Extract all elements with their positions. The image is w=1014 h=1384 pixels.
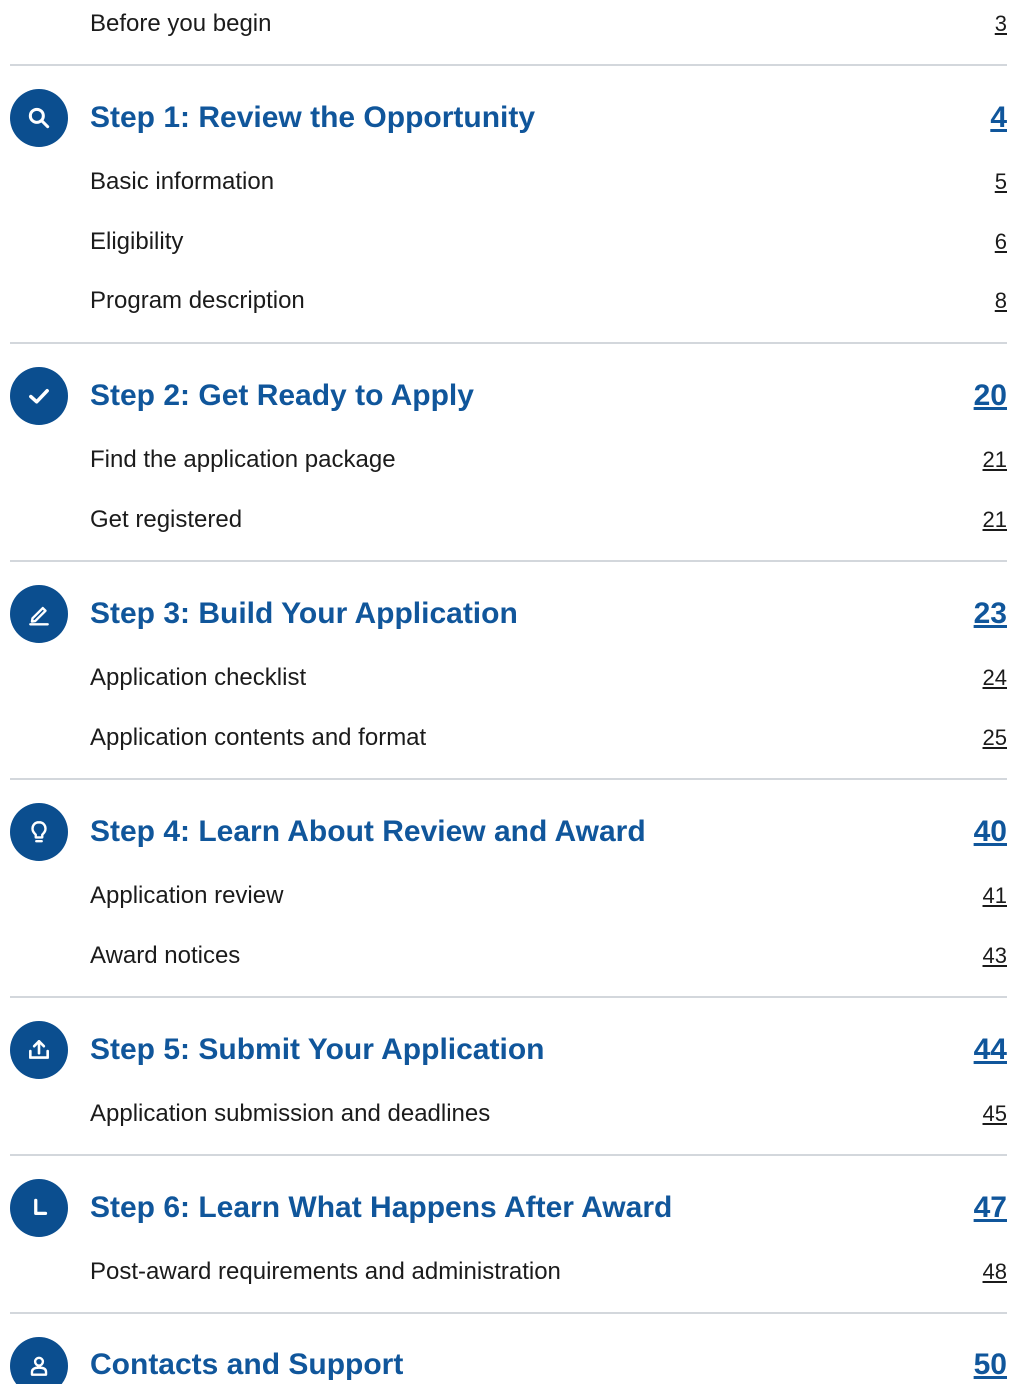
toc-entry-label: Application submission and deadlines [90,1100,491,1127]
toc-entry-page-link[interactable]: 24 [983,663,1007,693]
toc-entry-label: Eligibility [90,228,184,255]
divider [10,1154,1007,1156]
clock-icon [10,1179,68,1237]
divider [10,996,1007,998]
step-title: Contacts and Support [90,1348,404,1381]
toc-entry-label: Find the application package [90,446,396,473]
checkmark-icon [10,367,68,425]
toc-step-1[interactable]: Step 1: Review the Opportunity 4 [0,89,1014,147]
step-page-link[interactable]: 44 [974,1032,1007,1068]
toc-step-5[interactable]: Step 5: Submit Your Application 44 [0,1021,1014,1079]
toc-step-6[interactable]: Step 6: Learn What Happens After Award 4… [0,1179,1014,1237]
toc-entry-label: Application contents and format [90,724,427,751]
toc-entry-page-link[interactable]: 6 [995,227,1007,257]
toc-entry[interactable]: Post-award requirements and administrati… [0,1257,1014,1287]
toc-entry[interactable]: Application review 41 [0,881,1014,911]
toc-entry[interactable]: Find the application package 21 [0,445,1014,475]
toc-entry-label: Post-award requirements and administrati… [90,1258,561,1285]
toc-entry[interactable]: Get registered 21 [0,505,1014,535]
step-page-link[interactable]: 40 [974,814,1007,850]
divider [10,1312,1007,1314]
step-title: Step 6: Learn What Happens After Award [90,1191,673,1224]
toc-entry[interactable]: Program description 8 [0,286,1014,316]
search-icon [10,89,68,147]
step-page-link[interactable]: 20 [974,378,1007,414]
toc-entry-page-link[interactable]: 43 [983,941,1007,971]
step-title: Step 3: Build Your Application [90,597,518,630]
toc-entry-before-you-begin[interactable]: Before you begin 3 [0,9,1014,39]
divider [10,64,1007,66]
toc-entry[interactable]: Application contents and format 25 [0,723,1014,753]
divider [10,560,1007,562]
toc-entry-label: Program description [90,287,305,314]
toc-entry[interactable]: Application submission and deadlines 45 [0,1099,1014,1129]
toc-entry-page-link[interactable]: 5 [995,167,1007,197]
toc-entry-page-link[interactable]: 25 [983,723,1007,753]
toc-entry[interactable]: Eligibility 6 [0,227,1014,257]
toc-entry-label: Get registered [90,506,243,533]
step-page-link[interactable]: 47 [974,1190,1007,1226]
toc-contacts-and-support[interactable]: Contacts and Support 50 [0,1337,1014,1384]
toc-entry-page-link[interactable]: 8 [995,286,1007,316]
step-page-link[interactable]: 23 [974,596,1007,632]
upload-icon [10,1021,68,1079]
toc-entry-page-link[interactable]: 48 [983,1257,1007,1287]
toc-entry[interactable]: Award notices 43 [0,941,1014,971]
step-title: Step 2: Get Ready to Apply [90,379,474,412]
pencil-icon [10,585,68,643]
toc-entry[interactable]: Application checklist 24 [0,663,1014,693]
toc-entry-label: Application review [90,882,284,909]
toc-entry-page-link[interactable]: 45 [983,1099,1007,1129]
step-title: Step 4: Learn About Review and Award [90,815,646,848]
toc-entry-page-link[interactable]: 21 [983,505,1007,535]
toc-entry-page-link[interactable]: 3 [995,9,1007,39]
divider [10,778,1007,780]
toc-entry-label: Basic information [90,168,275,195]
step-title: Step 1: Review the Opportunity [90,101,536,134]
toc-step-3[interactable]: Step 3: Build Your Application 23 [0,585,1014,643]
toc-entry-label: Application checklist [90,664,307,691]
toc-entry[interactable]: Basic information 5 [0,167,1014,197]
toc-entry-page-link[interactable]: 21 [983,445,1007,475]
divider [10,342,1007,344]
lightbulb-icon [10,803,68,861]
toc-entry-label: Before you begin [90,10,272,37]
step-page-link[interactable]: 4 [990,100,1007,136]
toc-step-4[interactable]: Step 4: Learn About Review and Award 40 [0,803,1014,861]
step-page-link[interactable]: 50 [974,1347,1007,1383]
toc-entry-label: Award notices [90,942,241,969]
step-title: Step 5: Submit Your Application [90,1033,545,1066]
person-icon [10,1337,68,1384]
toc-step-2[interactable]: Step 2: Get Ready to Apply 20 [0,367,1014,425]
toc-entry-page-link[interactable]: 41 [983,881,1007,911]
